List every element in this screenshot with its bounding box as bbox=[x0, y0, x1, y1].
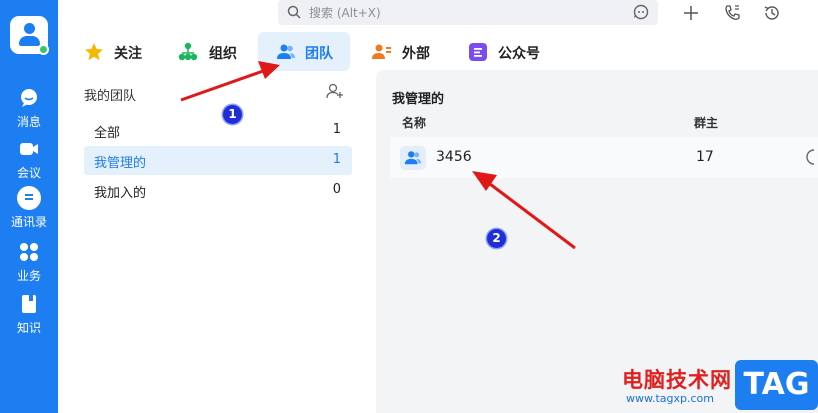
team-name: 3456 bbox=[436, 149, 472, 165]
watermark-url: www.tagxp.com bbox=[626, 392, 714, 405]
filter-label: 我管理的 bbox=[94, 156, 147, 171]
filter-count: 0 bbox=[332, 182, 341, 197]
team-icon bbox=[277, 44, 295, 59]
watermark-logo: TAG bbox=[735, 360, 818, 410]
left-rail: 消息 会议 通讯录 业务 知识 bbox=[0, 0, 58, 413]
annotation-arrow-1 bbox=[180, 68, 267, 102]
assistant-icon[interactable] bbox=[633, 4, 649, 20]
search-bar[interactable]: 搜索 (Alt+X) bbox=[278, 0, 658, 25]
avatar-body bbox=[19, 36, 40, 46]
add-icon[interactable] bbox=[682, 4, 700, 22]
filter-count: 1 bbox=[332, 152, 341, 167]
tab-official-accounts[interactable]: 公众号 bbox=[456, 32, 556, 71]
my-teams-title: 我的团队 bbox=[84, 89, 137, 104]
search-placeholder: 搜索 (Alt+X) bbox=[309, 6, 381, 20]
tab-label: 公众号 bbox=[498, 46, 540, 62]
rail-item-business[interactable]: 业务 bbox=[0, 240, 58, 290]
table-row[interactable]: 3456 17 bbox=[390, 137, 818, 178]
external-contact-icon bbox=[372, 44, 391, 59]
rail-label: 知识 bbox=[16, 321, 41, 335]
annotation-badge-1: 1 bbox=[223, 105, 242, 124]
tab-label: 外部 bbox=[402, 46, 430, 62]
official-account-icon bbox=[469, 43, 487, 61]
tab-team[interactable]: 团队 bbox=[258, 32, 350, 71]
rail-label: 通讯录 bbox=[10, 215, 47, 229]
org-tree-icon bbox=[178, 42, 198, 61]
filter-count: 1 bbox=[332, 122, 341, 137]
annotation-badge-2: 2 bbox=[487, 229, 506, 248]
online-status-icon bbox=[38, 44, 49, 55]
tab-label: 关注 bbox=[114, 46, 142, 62]
tab-org[interactable]: 组织 bbox=[166, 32, 252, 71]
tab-label: 组织 bbox=[209, 46, 237, 62]
filter-label: 全部 bbox=[94, 126, 121, 141]
panel-title: 我管理的 bbox=[392, 92, 445, 107]
video-icon bbox=[20, 143, 38, 155]
tab-follow[interactable]: 关注 bbox=[72, 32, 154, 71]
rail-item-messages[interactable]: 消息 bbox=[0, 86, 58, 136]
star-icon bbox=[85, 43, 103, 61]
filter-label: 我加入的 bbox=[94, 186, 147, 201]
rail-item-knowledge[interactable]: 知识 bbox=[0, 292, 58, 342]
history-icon[interactable] bbox=[763, 4, 781, 22]
rail-item-contacts[interactable]: 通讯录 bbox=[0, 186, 58, 236]
team-owner: 17 bbox=[696, 149, 714, 165]
avatar-head bbox=[24, 23, 35, 34]
team-avatar bbox=[400, 146, 426, 170]
team-filter-managed[interactable]: 我管理的 1 bbox=[84, 146, 352, 175]
contacts-icon bbox=[25, 194, 33, 200]
tab-external[interactable]: 外部 bbox=[360, 32, 450, 71]
rail-label: 业务 bbox=[16, 269, 41, 283]
watermark-site-name: 电脑技术网 bbox=[622, 368, 732, 392]
message-icon bbox=[21, 89, 37, 107]
team-icon bbox=[404, 151, 422, 165]
apps-grid-icon bbox=[20, 243, 38, 261]
tab-label: 团队 bbox=[305, 46, 333, 62]
rail-label: 会议 bbox=[16, 166, 41, 180]
book-icon bbox=[22, 295, 36, 313]
column-header-owner: 群主 bbox=[694, 116, 719, 130]
user-avatar[interactable] bbox=[10, 16, 49, 55]
team-filter-all[interactable]: 全部 1 bbox=[84, 116, 352, 145]
rail-item-meetings[interactable]: 会议 bbox=[0, 137, 58, 187]
chat-icon[interactable] bbox=[804, 148, 818, 166]
add-member-icon[interactable] bbox=[326, 82, 344, 100]
column-header-name: 名称 bbox=[402, 116, 427, 130]
phone-icon[interactable] bbox=[723, 4, 741, 22]
search-icon bbox=[287, 5, 301, 19]
rail-label: 消息 bbox=[16, 115, 41, 129]
team-filter-joined[interactable]: 我加入的 0 bbox=[84, 176, 352, 205]
